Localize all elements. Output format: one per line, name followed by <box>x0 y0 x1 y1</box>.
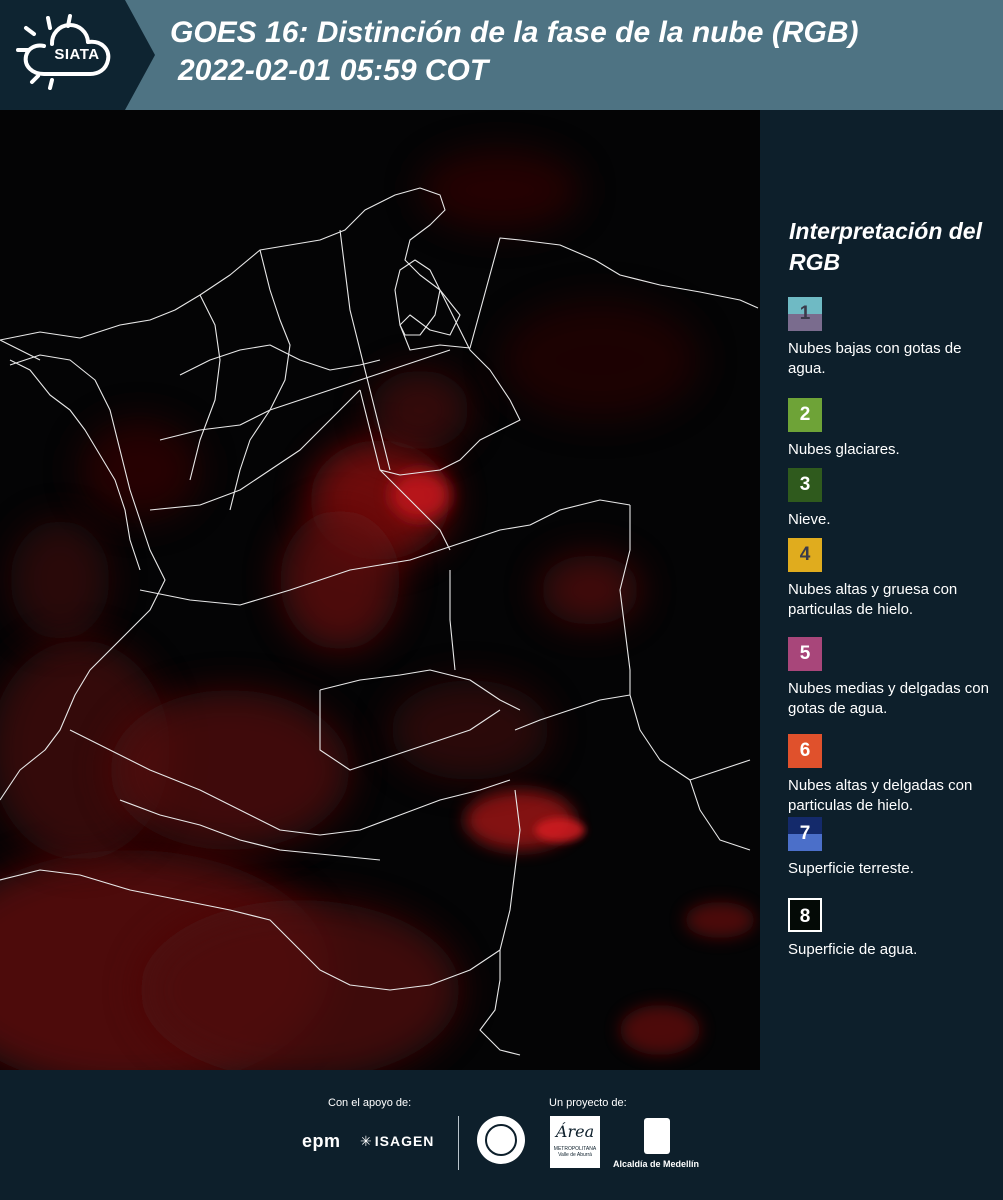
alcaldia-label: Alcaldía de Medellín <box>613 1159 700 1169</box>
siata-logo-text: SIATA <box>54 46 100 63</box>
legend-swatch: 5 <box>788 637 822 671</box>
timestamp: 2022-02-01 05:59 COT <box>178 54 489 87</box>
legend-number: 4 <box>799 544 811 565</box>
isagen-mark-icon: ✳ <box>360 1133 373 1149</box>
legend-number: 1 <box>799 303 811 324</box>
legend-label: Nubes bajas con gotas de agua. <box>788 340 962 377</box>
legend-swatch: 6 <box>788 734 822 768</box>
legend-item: 2 Nubes glaciares. <box>788 398 993 460</box>
legend-item: 6 Nubes altas y delgadas con particulas d… <box>788 734 993 816</box>
legend-item: 5 Nubes medias y delgadas con gotas de ag… <box>788 637 993 719</box>
legend-swatch: 8 <box>788 898 822 932</box>
legend-number: 7 <box>799 823 811 844</box>
legend-item: 8 Superficie de agua. <box>788 898 993 960</box>
legend-number: 2 <box>799 404 811 425</box>
legend-item: 3 Nieve. <box>788 468 993 530</box>
legend-label: Superficie de agua. <box>788 941 918 958</box>
legend-label: Nubes glaciares. <box>788 441 900 458</box>
legend-swatch: 7 <box>788 817 822 851</box>
legend-swatch: 1 <box>788 297 822 331</box>
support-label: Con el apoyo de: <box>328 1097 412 1109</box>
page-title: GOES 16: Distinción de la fase de la nub… <box>170 16 859 49</box>
legend-label: Nubes altas y delgadas con particulas de… <box>788 777 973 814</box>
legend-number: 6 <box>799 740 811 761</box>
legend-title: Interpretación del RGB <box>789 218 982 275</box>
area-metropolitana-logo: Área METROPOLITANA Valle de Aburrá <box>550 1116 600 1168</box>
alcaldia-crest-icon <box>644 1118 670 1154</box>
divider <box>458 1116 459 1170</box>
legend-panel: Interpretación del RGB 1 Nubes bajas con … <box>760 110 1003 1070</box>
legend-number: 3 <box>799 474 811 495</box>
legend-number: 8 <box>799 906 811 927</box>
legend-label: Nubes medias y delgadas con gotas de agu… <box>788 680 989 717</box>
legend-label: Nubes altas y gruesa con particulas de h… <box>788 581 958 618</box>
legend-swatch: 4 <box>788 538 822 572</box>
legend-swatch: 3 <box>788 468 822 502</box>
legend-number: 5 <box>799 643 811 664</box>
legend-item: 4 Nubes altas y gruesa con particulas de … <box>788 538 993 620</box>
siata-logo: SIATA <box>0 0 155 110</box>
satellite-map[interactable] <box>0 110 760 1070</box>
isagen-logo: ✳ ISAGEN <box>360 1133 434 1150</box>
isagen-text: ISAGEN <box>374 1133 435 1149</box>
legend-item: 7 Superficie terreste. <box>788 817 993 879</box>
satellite-image <box>0 110 760 1070</box>
legend-item: 1 Nubes bajas con gotas de agua. <box>788 297 993 379</box>
seal-logo <box>477 1116 525 1164</box>
legend-swatch: 2 <box>788 398 822 432</box>
project-label: Un proyecto de: <box>549 1097 627 1109</box>
epm-logo: epm <box>302 1131 341 1151</box>
area-logo-sub: METROPOLITANA Valle de Aburrá <box>553 1146 597 1158</box>
area-logo-word: Área <box>555 1122 595 1141</box>
legend-label: Superficie terreste. <box>788 860 914 877</box>
footer: Con el apoyo de: epm ✳ ISAGEN Un proyecto… <box>0 1070 1003 1200</box>
legend-label: Nieve. <box>788 511 831 528</box>
header: SIATA GOES 16: Distinción de la fase de … <box>0 0 1003 110</box>
